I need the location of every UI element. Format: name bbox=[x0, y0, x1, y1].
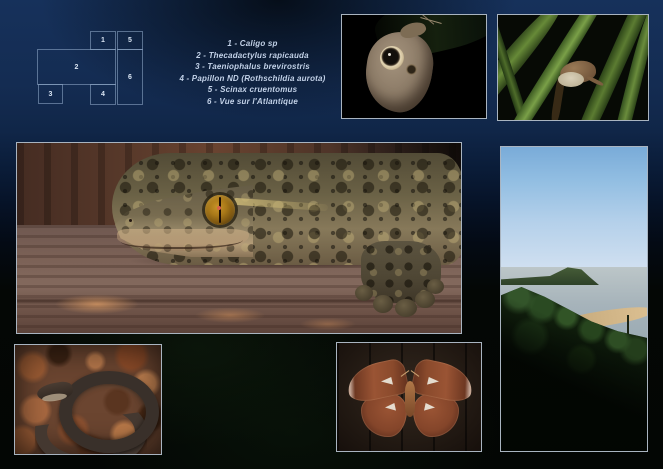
minimap-box-5: 5 bbox=[117, 31, 143, 50]
sky bbox=[501, 147, 647, 267]
butterfly-wing bbox=[361, 28, 437, 116]
gecko-eye-glint bbox=[217, 206, 221, 210]
gecko-toe bbox=[355, 285, 373, 301]
frog-belly bbox=[558, 72, 584, 87]
gecko-toe bbox=[427, 279, 444, 294]
legend-item-1: 1 - Caligo sp bbox=[150, 38, 355, 50]
gecko-mouth-line bbox=[121, 231, 243, 249]
photo-board-poster: 1 5 2 6 3 4 1 - Caligo sp 2 - Thecadacty… bbox=[0, 0, 663, 469]
minimap-number: 6 bbox=[128, 74, 132, 81]
minimap-box-6: 6 bbox=[117, 49, 143, 105]
snake-coil bbox=[59, 371, 159, 453]
species-legend: 1 - Caligo sp 2 - Thecadactylus rapicaud… bbox=[150, 38, 355, 108]
legend-item-5: 5 - Scinax cruentomus bbox=[150, 84, 355, 96]
minimap-number: 1 bbox=[101, 37, 105, 44]
minimap-box-3: 3 bbox=[38, 84, 63, 104]
gecko-pupil-slit bbox=[219, 197, 221, 223]
legend-item-6: 6 - Vue sur l'Atlantique bbox=[150, 96, 355, 108]
gecko-toe bbox=[373, 295, 393, 313]
gecko-toe bbox=[395, 299, 417, 317]
minimap-number: 4 bbox=[101, 91, 105, 98]
minimap-number: 5 bbox=[128, 37, 132, 44]
minimap-number: 3 bbox=[49, 91, 53, 98]
photo-gecko bbox=[16, 142, 462, 334]
minimap-box-4: 4 bbox=[90, 84, 116, 105]
photo-snake bbox=[14, 344, 162, 455]
minimap-box-1: 1 bbox=[90, 31, 116, 50]
photo-owl-butterfly bbox=[341, 14, 487, 119]
butterfly-small-spot bbox=[406, 64, 417, 75]
legend-item-2: 2 - Thecadactylus rapicauda bbox=[150, 50, 355, 62]
photo-tree-frog bbox=[497, 14, 649, 121]
butterfly-eyespot bbox=[380, 46, 404, 70]
minimap-box-2: 2 bbox=[37, 49, 116, 85]
photo-moth bbox=[336, 342, 482, 452]
gecko-nostril bbox=[129, 219, 132, 222]
legend-item-4: 4 - Papillon ND (Rothschildia aurota) bbox=[150, 73, 355, 85]
legend-item-3: 3 - Taeniophalus brevirostris bbox=[150, 61, 355, 73]
minimap-number: 2 bbox=[75, 64, 79, 71]
moth-body bbox=[405, 381, 415, 417]
eyespot-highlight bbox=[388, 53, 391, 56]
palm-trunk bbox=[627, 315, 629, 335]
photo-atlantic-view bbox=[500, 146, 648, 452]
